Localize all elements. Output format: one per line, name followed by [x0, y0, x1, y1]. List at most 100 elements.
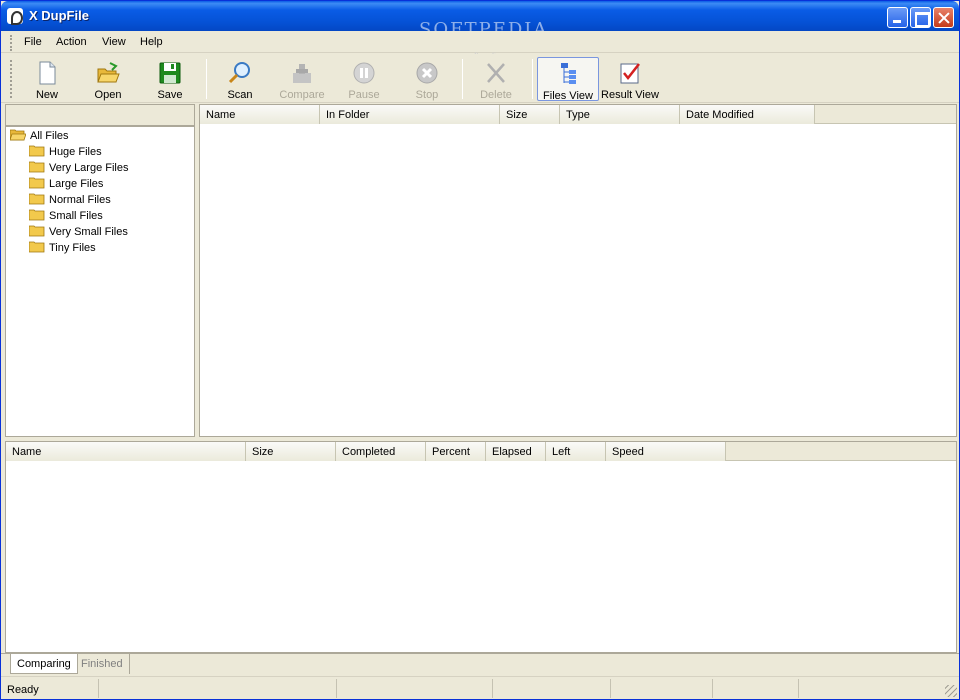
new-button[interactable]: New	[17, 57, 77, 101]
column-header-type[interactable]: Type	[560, 105, 680, 124]
minimize-button[interactable]	[887, 7, 908, 28]
folder-icon	[29, 161, 45, 173]
files-view-label: Files View	[543, 90, 593, 102]
compare-label: Compare	[279, 89, 325, 101]
delete-button[interactable]: Delete	[466, 57, 526, 101]
title-bar[interactable]: X DupFile SOFTPEDIA	[1, 1, 959, 40]
delete-label: Delete	[480, 89, 512, 101]
tree-item-label: Tiny Files	[49, 242, 96, 254]
tree-item-small-files[interactable]: Small Files	[29, 208, 103, 224]
result-view-button[interactable]: Result View	[599, 57, 661, 101]
folder-icon	[29, 209, 45, 221]
open-button[interactable]: Open	[78, 57, 138, 101]
tree-item-label: Very Large Files	[49, 162, 129, 174]
status-pane-main: Ready	[1, 679, 99, 698]
progress-list[interactable]: Name Size Completed Percent Elapsed Left…	[5, 441, 957, 653]
menu-file[interactable]: File	[24, 36, 42, 48]
app-icon[interactable]	[7, 8, 23, 25]
close-button[interactable]	[933, 7, 954, 28]
menu-grip[interactable]	[10, 35, 12, 51]
column-header-name[interactable]: Name	[200, 105, 320, 124]
column-header-completed[interactable]: Completed	[336, 442, 426, 461]
delete-x-icon	[487, 63, 505, 83]
progress-list-header: Name Size Completed Percent Elapsed Left…	[6, 442, 956, 461]
menu-help[interactable]: Help	[140, 36, 163, 48]
window-title: X DupFile	[29, 8, 89, 23]
tree-item-tiny-files[interactable]: Tiny Files	[29, 240, 96, 256]
scan-label: Scan	[227, 89, 253, 101]
resize-grip[interactable]	[945, 685, 957, 697]
folder-icon	[29, 145, 45, 157]
files-list-header: Name In Folder Size Type Date Modified	[200, 105, 956, 124]
category-tree[interactable]: All Files Huge Files Very Large Files La…	[5, 126, 195, 437]
status-pane	[713, 679, 799, 698]
tab-finished[interactable]: Finished	[75, 654, 130, 674]
tree-item-normal-files[interactable]: Normal Files	[29, 192, 111, 208]
stop-button[interactable]: Stop	[397, 57, 457, 101]
status-bar: Ready	[1, 676, 959, 699]
stop-label: Stop	[415, 89, 439, 101]
column-header-left[interactable]: Left	[546, 442, 606, 461]
new-file-icon	[39, 61, 56, 85]
save-button[interactable]: Save	[140, 57, 200, 101]
tab-strip: Comparing Finished	[1, 653, 959, 675]
column-header-name[interactable]: Name	[6, 442, 246, 461]
tree-item-very-small-files[interactable]: Very Small Files	[29, 224, 128, 240]
tab-comparing[interactable]: Comparing	[10, 654, 78, 674]
status-pane	[99, 679, 337, 698]
column-header-elapsed[interactable]: Elapsed	[486, 442, 546, 461]
tree-item-label: Large Files	[49, 178, 104, 190]
status-text: Ready	[7, 684, 39, 696]
toolbar-grip[interactable]	[10, 60, 12, 98]
toolbar-separator	[462, 59, 463, 99]
column-header-speed[interactable]: Speed	[606, 442, 726, 461]
menu-action[interactable]: Action	[56, 36, 87, 48]
app-window: X DupFile SOFTPEDIA File Action View Hel…	[0, 0, 960, 700]
toolbar: New Open Save Scan Compare Pause Stop De…	[1, 54, 959, 103]
menu-bar: File Action View Help	[1, 31, 959, 53]
column-header-in-folder[interactable]: In Folder	[320, 105, 500, 124]
result-view-label: Result View	[601, 89, 659, 101]
save-label: Save	[157, 89, 183, 101]
tree-item-label: Very Small Files	[49, 226, 128, 238]
tree-header	[5, 104, 195, 126]
maximize-button[interactable]	[910, 7, 931, 28]
toolbar-separator	[532, 59, 533, 99]
tree-item-huge-files[interactable]: Huge Files	[29, 144, 102, 160]
tree-item-label: Normal Files	[49, 194, 111, 206]
pause-button[interactable]: Pause	[334, 57, 394, 101]
status-pane	[337, 679, 493, 698]
magnifier-icon	[228, 62, 250, 84]
stop-icon	[416, 62, 438, 84]
status-pane	[493, 679, 611, 698]
status-pane	[611, 679, 713, 698]
scan-button[interactable]: Scan	[210, 57, 270, 101]
checklist-icon	[620, 63, 640, 84]
menu-view[interactable]: View	[102, 36, 126, 48]
files-view-button[interactable]: Files View	[537, 57, 599, 102]
folder-icon	[29, 241, 45, 253]
files-list[interactable]: Name In Folder Size Type Date Modified	[199, 104, 957, 437]
tree-item-label: Small Files	[49, 210, 103, 222]
compare-button[interactable]: Compare	[272, 57, 332, 101]
column-header-percent[interactable]: Percent	[426, 442, 486, 461]
folder-icon	[29, 193, 45, 205]
tree-item-label: Huge Files	[49, 146, 102, 158]
column-header-size[interactable]: Size	[500, 105, 560, 124]
folder-icon	[29, 225, 45, 237]
toolbar-separator	[206, 59, 207, 99]
pause-icon	[353, 62, 375, 84]
folder-open-icon	[10, 129, 26, 141]
pause-label: Pause	[348, 89, 380, 101]
tree-item-large-files[interactable]: Large Files	[29, 176, 103, 192]
compare-icon	[293, 64, 311, 83]
open-folder-icon	[97, 62, 120, 83]
tree-item-all-files[interactable]: All Files	[10, 128, 69, 144]
column-header-size[interactable]: Size	[246, 442, 336, 461]
tree-view-icon	[561, 63, 576, 84]
save-disk-icon	[159, 62, 181, 84]
column-header-date-modified[interactable]: Date Modified	[680, 105, 815, 124]
folder-icon	[29, 177, 45, 189]
tree-item-very-large-files[interactable]: Very Large Files	[29, 160, 128, 176]
new-label: New	[35, 89, 58, 101]
